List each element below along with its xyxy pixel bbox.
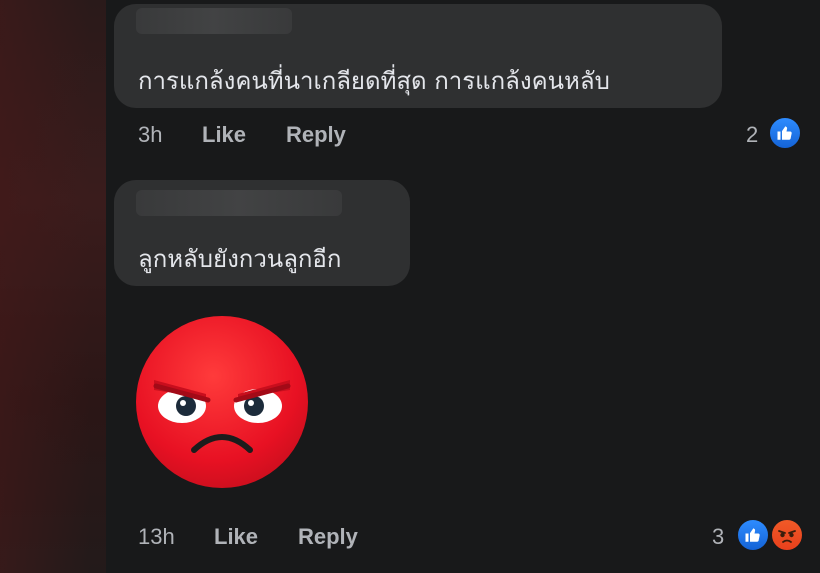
like-button-1[interactable]: Like [202, 122, 246, 148]
blurred-background-panel [0, 0, 106, 573]
reply-button-1[interactable]: Reply [286, 122, 346, 148]
angry-icon[interactable] [770, 518, 804, 552]
like-icon[interactable] [736, 518, 770, 552]
comment-text-1: การแกล้งคนที่นาเกลียดที่สุด การแกล้งคนหล… [138, 67, 610, 95]
comment-time-1[interactable]: 3h [138, 122, 162, 148]
angry-face-glyph [778, 530, 796, 543]
thumbs-up-glyph [745, 528, 760, 542]
reply-button-2[interactable]: Reply [298, 524, 358, 550]
reaction-count-2[interactable]: 3 [712, 524, 724, 550]
commenter-name-blurred[interactable] [136, 8, 292, 34]
like-button-2[interactable]: Like [214, 524, 258, 550]
reaction-count-1[interactable]: 2 [746, 122, 758, 148]
like-icon[interactable] [768, 116, 802, 150]
thumbs-up-glyph [777, 126, 792, 140]
comment-text-2: ลูกหลับยังกวนลูกอีก [138, 245, 342, 273]
commenter-name-blurred[interactable] [136, 190, 342, 216]
comment-time-2[interactable]: 13h [138, 524, 175, 550]
angry-face-sticker [136, 316, 308, 488]
